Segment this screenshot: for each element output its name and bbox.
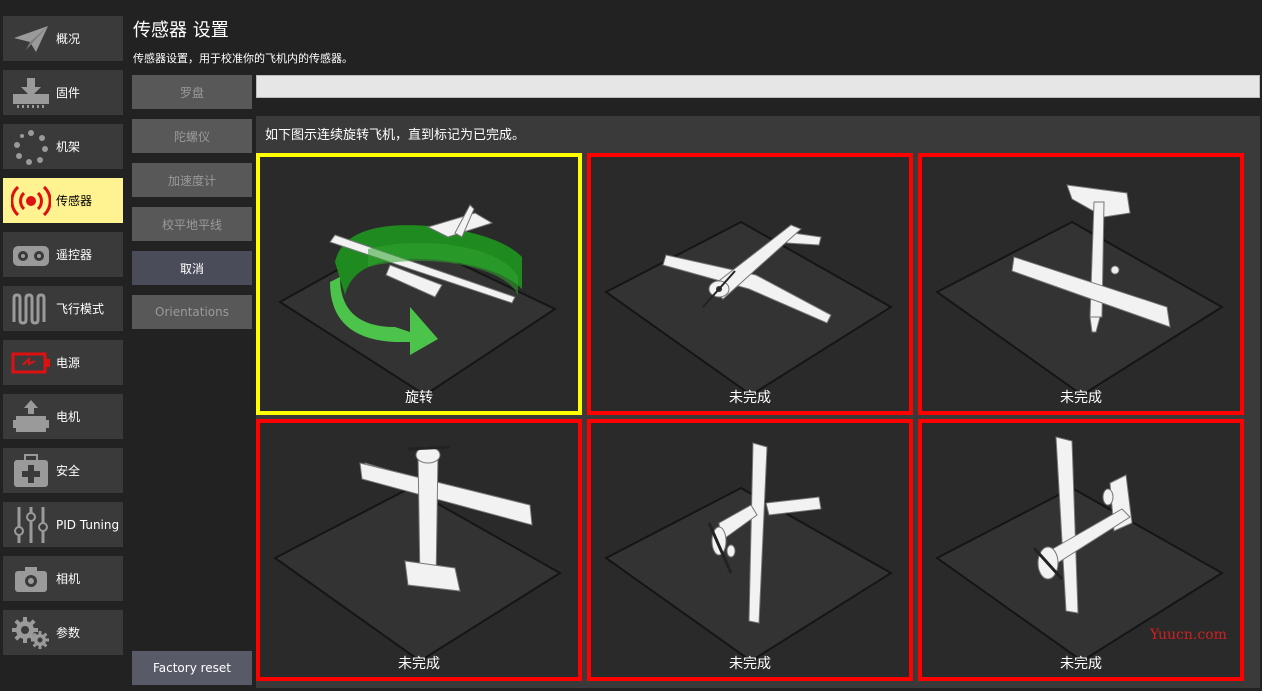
app-window: 概况 固件 机架 传感器 遥控器 飞行模式 电源 电机 安全 PID Tunin… (0, 0, 1262, 691)
camera-icon (9, 559, 53, 599)
nav-item-radio[interactable]: 遥控器 (3, 232, 123, 277)
nav-item-label: 参数 (56, 626, 81, 640)
orientation-tile-4: 未完成 (256, 419, 582, 681)
nav-item-label: 飞行模式 (56, 302, 105, 316)
first-aid-icon (9, 451, 53, 491)
compass-button[interactable]: 罗盘 (132, 75, 252, 109)
page-title: 传感器 设置 (133, 20, 229, 41)
plane-nose-up-image (273, 445, 562, 663)
orientation-tile-1: 旋转 (256, 153, 582, 415)
nav-item-sensors[interactable]: 传感器 (3, 178, 123, 223)
nav-item-label: 传感器 (56, 194, 93, 208)
orientation-tile-2: 未完成 (587, 153, 913, 415)
nav-item-motors[interactable]: 电机 (3, 394, 123, 439)
page-subtitle: 传感器设置，用于校准你的飞机内的传感器。 (133, 52, 353, 65)
nav-item-label: 安全 (56, 464, 81, 478)
nav-item-parameters[interactable]: 参数 (3, 610, 123, 655)
plane-left-side-image (604, 442, 893, 663)
tile-status: 未完成 (729, 656, 771, 672)
accelerometer-button[interactable]: 加速度计 (132, 163, 252, 197)
nav-item-camera[interactable]: 相机 (3, 556, 123, 601)
factory-reset-button[interactable]: Factory reset (132, 651, 252, 685)
plane-rotation-image (278, 204, 558, 397)
nav-item-firmware[interactable]: 固件 (3, 70, 123, 115)
nav-item-label: 电机 (56, 410, 81, 424)
tile-status: 未完成 (398, 656, 440, 672)
nav-item-label: 相机 (56, 572, 81, 586)
nav-item-airframe[interactable]: 机架 (3, 124, 123, 169)
nav-item-safety[interactable]: 安全 (3, 448, 123, 493)
calibration-instruction: 如下图示连续旋转飞机，直到标记为已完成。 (265, 128, 526, 143)
gyro-button[interactable]: 陀螺仪 (132, 119, 252, 153)
nav-item-power[interactable]: 电源 (3, 340, 123, 385)
nav-item-label: 机架 (56, 140, 81, 154)
nav-item-label: 遥控器 (56, 248, 93, 262)
nav-item-pid-tuning[interactable]: PID Tuning (3, 502, 123, 547)
sidebar-nav: 概况 固件 机架 传感器 遥控器 飞行模式 电源 电机 安全 PID Tunin… (0, 0, 127, 691)
nav-item-label: PID Tuning (56, 517, 120, 532)
paper-plane-icon (9, 19, 53, 59)
watermark: Yuucn.com (1150, 627, 1227, 643)
plane-level-image (604, 220, 893, 397)
cancel-button[interactable]: 取消 (132, 251, 252, 285)
tile-status: 未完成 (729, 390, 771, 406)
sliders-icon (9, 505, 53, 545)
orientation-tile-5: 未完成 (587, 419, 913, 681)
tile-status: 未完成 (1060, 656, 1102, 672)
nav-item-label: 固件 (56, 86, 81, 100)
plane-nose-down-image (935, 184, 1224, 397)
nav-item-label: 概况 (56, 32, 81, 46)
download-icon (9, 73, 53, 113)
tile-status: 旋转 (405, 390, 433, 406)
airframe-dots-icon (9, 127, 53, 167)
battery-icon (9, 343, 53, 383)
nav-item-summary[interactable]: 概况 (3, 16, 123, 61)
gears-icon (9, 613, 53, 653)
waveform-icon (9, 289, 53, 329)
tile-status: 未完成 (1060, 390, 1102, 406)
nav-item-label: 电源 (56, 356, 81, 370)
level-horizon-button[interactable]: 校平地平线 (132, 207, 252, 241)
orientations-button[interactable]: Orientations (132, 295, 252, 329)
remote-control-icon (9, 235, 53, 275)
radio-waves-icon (9, 181, 53, 221)
orientation-tile-3: 未完成 (918, 153, 1244, 415)
nav-item-flight-modes[interactable]: 飞行模式 (3, 286, 123, 331)
motor-icon (9, 397, 53, 437)
calibration-progress-bar (256, 75, 1260, 98)
